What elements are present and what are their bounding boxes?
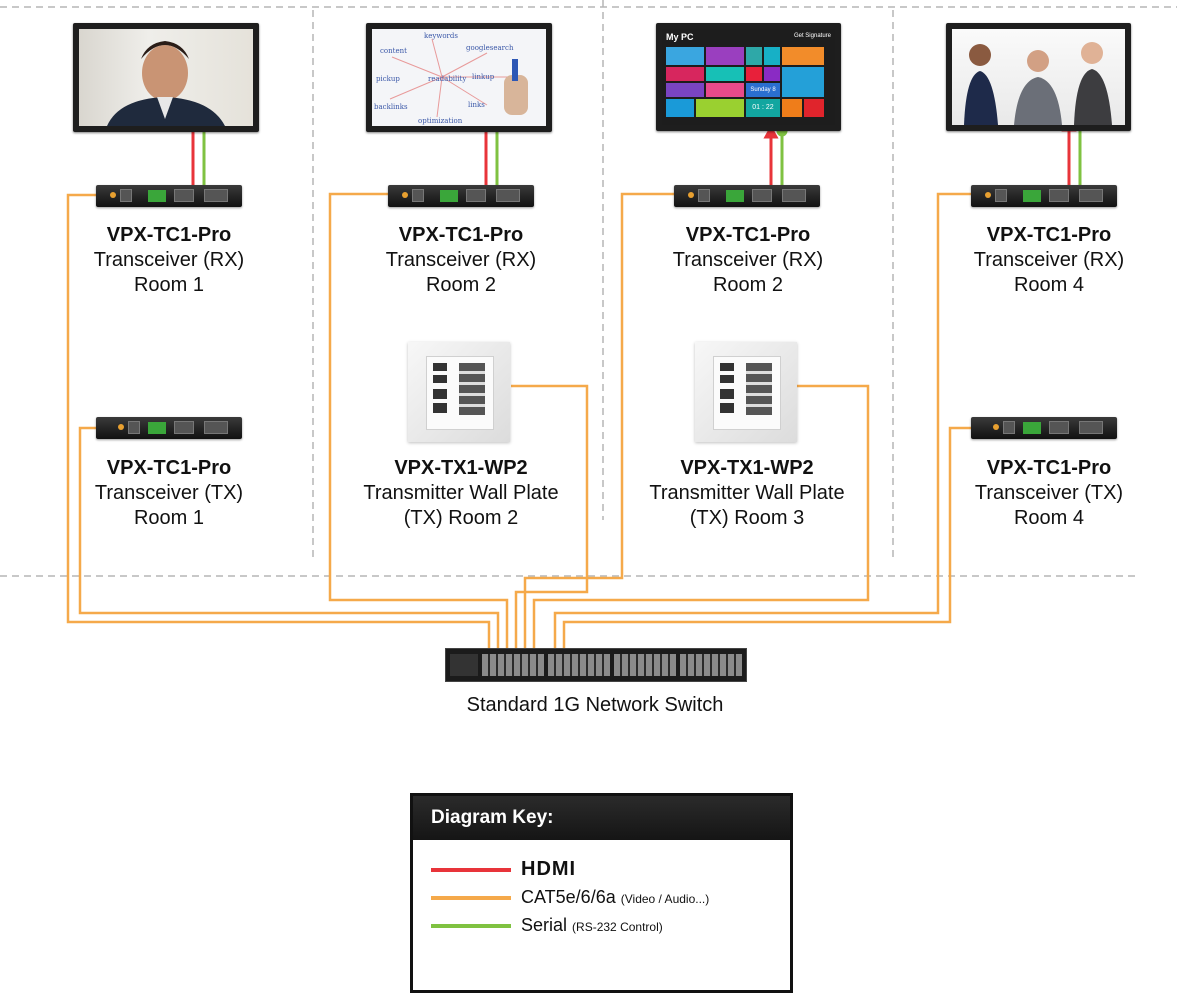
label-tx-room1: VPX-TC1-Pro Transceiver (TX) Room 1 [69, 456, 269, 531]
transceiver-tx-room1 [96, 417, 242, 439]
device-role: Transceiver (RX) [93, 249, 245, 271]
transceiver-rx-room1 [96, 185, 242, 207]
device-room: (TX) Room 2 [403, 507, 519, 529]
device-room: Room 1 [133, 507, 205, 529]
cat-label: CAT5e/6/6a [521, 887, 616, 907]
wb-word-7: links [468, 101, 485, 109]
wb-word-6: backlinks [374, 103, 408, 111]
key-title: Diagram Key: [413, 796, 790, 840]
wb-word-4: pickup [376, 75, 400, 83]
mypc-day: Sunday [750, 87, 771, 93]
transceiver-rx-room2 [388, 185, 534, 207]
display-room4-team [946, 23, 1131, 131]
label-wp-room2: VPX-TX1-WP2 Transmitter Wall Plate (TX) … [331, 456, 591, 531]
wb-word-2: content [380, 47, 407, 55]
hdmi-logo: HDMI [521, 858, 577, 880]
device-role: Transceiver (RX) [672, 249, 824, 271]
device-room: Room 4 [1013, 507, 1085, 529]
device-room: (TX) Room 3 [689, 507, 805, 529]
label-rx-room4: VPX-TC1-Pro Transceiver (RX) Room 4 [949, 223, 1149, 298]
serial-note: (RS-232 Control) [572, 920, 663, 934]
model-name: VPX-TC1-Pro [398, 224, 524, 246]
label-rx-room2: VPX-TC1-Pro Transceiver (RX) Room 2 [361, 223, 561, 298]
cat-note: (Video / Audio...) [620, 892, 710, 906]
device-room: Room 4 [1013, 274, 1085, 296]
label-wp-room3: VPX-TX1-WP2 Transmitter Wall Plate (TX) … [617, 456, 877, 531]
display-room2-whiteboard: keywords content googlesearch pickup lin… [366, 23, 552, 132]
model-name: VPX-TX1-WP2 [680, 457, 814, 479]
label-tx-room4: VPX-TC1-Pro Transceiver (TX) Room 4 [949, 456, 1149, 531]
device-role: Transceiver (TX) [94, 482, 244, 504]
network-switch [445, 648, 747, 682]
transceiver-rx-room4 [971, 185, 1117, 207]
wall-plate-room2 [408, 342, 510, 442]
device-room: Room 2 [712, 274, 784, 296]
key-row-serial: Serial (RS-232 Control) [431, 914, 663, 936]
device-room: Room 1 [133, 274, 205, 296]
wb-word-8: readability [428, 75, 466, 83]
model-name: VPX-TC1-Pro [685, 224, 811, 246]
person-portrait [107, 41, 225, 126]
hdmi-swatch [431, 868, 511, 873]
wb-word-9: optimization [418, 117, 463, 125]
switch-label: Standard 1G Network Switch [466, 694, 724, 716]
wb-word-1: keywords [424, 32, 458, 40]
label-rx-room1: VPX-TC1-Pro Transceiver (RX) Room 1 [69, 223, 269, 298]
model-name: VPX-TC1-Pro [986, 457, 1112, 479]
wall-plate-room3 [695, 342, 797, 442]
device-role: Transmitter Wall Plate [649, 482, 845, 504]
key-row-cat: CAT5e/6/6a (Video / Audio...) [431, 886, 709, 908]
device-role: Transceiver (RX) [385, 249, 537, 271]
serial-swatch [431, 924, 511, 929]
model-name: VPX-TC1-Pro [986, 224, 1112, 246]
transceiver-tx-room4 [971, 417, 1117, 439]
display-room3-mypc: My PC Get Signature Sunday 8 01 : 22 [656, 23, 841, 131]
mypc-title: My PC [666, 32, 694, 42]
model-name: VPX-TX1-WP2 [394, 457, 528, 479]
cat-swatch [431, 896, 511, 901]
device-role: Transceiver (RX) [973, 249, 1125, 271]
team-photo [964, 42, 1112, 125]
mypc-badge: Get Signature [793, 33, 831, 39]
transceiver-rx-room3 [674, 185, 820, 207]
device-room: Room 2 [425, 274, 497, 296]
device-role: Transmitter Wall Plate [363, 482, 559, 504]
model-name: VPX-TC1-Pro [106, 224, 232, 246]
mypc-time: 01 : 22 [746, 99, 780, 117]
whiteboard-drawing: keywords content googlesearch pickup lin… [374, 32, 528, 125]
serial-label: Serial [521, 915, 568, 935]
device-role: Transceiver (TX) [974, 482, 1124, 504]
wb-word-5: linkup [472, 73, 495, 81]
key-row-hdmi: HDMI [431, 858, 576, 880]
diagram-key: Diagram Key: HDMI CAT5e/6/6a (Video / Au… [410, 793, 793, 993]
label-rx-room3: VPX-TC1-Pro Transceiver (RX) Room 2 [648, 223, 848, 298]
mypc-day-num: 8 [772, 87, 776, 93]
hdmi-cables [185, 117, 1077, 190]
display-room1-video-call [73, 23, 259, 132]
model-name: VPX-TC1-Pro [106, 457, 232, 479]
wb-word-3: googlesearch [466, 44, 514, 52]
